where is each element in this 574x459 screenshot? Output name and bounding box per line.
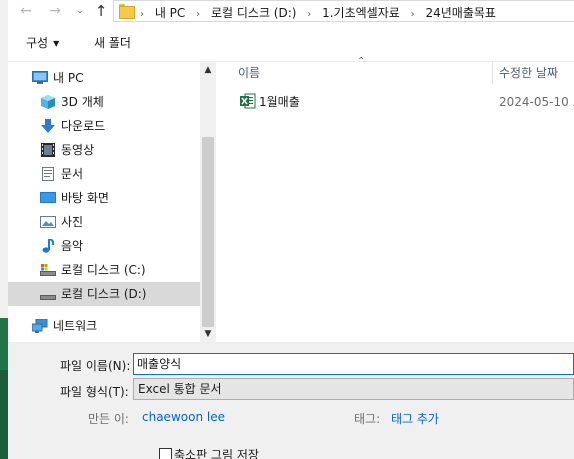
file-name: 1월매출	[259, 95, 300, 109]
nav-label: 바탕 화면	[61, 191, 109, 205]
breadcrumb-item-drive-d[interactable]: 로컬 디스크 (D:)	[211, 4, 296, 21]
nav-item-drive-c[interactable]: 로컬 디스크 (C:)	[8, 258, 200, 282]
nav-label: 다운로드	[61, 119, 106, 133]
tags-label: 태그:	[354, 412, 381, 426]
nav-label: 네트워크	[53, 319, 98, 333]
forward-arrow-icon[interactable]: →	[45, 1, 65, 21]
sort-ascending-icon: ⌃	[357, 56, 366, 67]
breadcrumb-separator-icon: ›	[140, 9, 144, 20]
filetype-label: 파일 형식(T):	[60, 385, 129, 399]
save-form: 파일 이름(N): 매출양식 파일 형식(T): Excel 통합 문서 만든 …	[8, 342, 574, 459]
save-thumbnail-checkbox[interactable]	[159, 448, 172, 459]
nav-item-downloads[interactable]: 다운로드	[8, 114, 200, 138]
drive-icon	[40, 264, 56, 276]
filename-input[interactable]: 매출양식	[133, 353, 574, 375]
save-thumbnail-label[interactable]: 축소판 그림 저장	[174, 446, 259, 459]
author-value-link[interactable]: chaewoon lee	[142, 410, 225, 424]
file-date-modified: 2024-05-10 오	[499, 95, 574, 109]
desktop-icon	[40, 192, 56, 203]
nav-item-videos[interactable]: 동영상	[8, 138, 200, 162]
navigation-scrollbar[interactable]: ▲ ▼	[200, 62, 216, 342]
music-icon	[42, 239, 55, 253]
address-bar: ← → ⌄ ↑ › 내 PC › 로컬 디스크 (D:) › 1.기초엑셀자료 …	[8, 0, 574, 22]
nav-label: 사진	[61, 215, 84, 229]
nav-label: 문서	[61, 167, 84, 181]
scroll-up-icon[interactable]: ▲	[200, 62, 216, 78]
network-icon	[32, 319, 48, 333]
breadcrumb-separator-icon[interactable]: ›	[196, 9, 200, 20]
scrollbar-thumb[interactable]	[202, 137, 214, 327]
column-header-date-modified[interactable]: 수정한 날짜	[499, 64, 558, 81]
drive-icon	[40, 295, 56, 300]
filetype-select[interactable]: Excel 통합 문서	[133, 378, 574, 400]
nav-item-network[interactable]: 네트워크	[8, 314, 200, 338]
filename-label: 파일 이름(N):	[60, 359, 131, 373]
computer-icon	[32, 71, 48, 84]
nav-label: 내 PC	[53, 71, 84, 85]
3d-objects-icon	[41, 95, 55, 109]
folder-icon	[119, 4, 135, 19]
nav-item-music[interactable]: 음악	[8, 234, 200, 258]
nav-item-desktop[interactable]: 바탕 화면	[8, 186, 200, 210]
scroll-down-icon[interactable]: ▼	[200, 326, 216, 342]
download-icon	[41, 119, 55, 133]
breadcrumb-separator-icon[interactable]: ›	[411, 9, 415, 20]
navigation-pane: 내 PC 3D 개체 다운로드 동영상 문서 바탕 화면 사진 음악 로컬 디스…	[8, 62, 200, 342]
nav-label: 음악	[61, 239, 84, 253]
nav-item-pictures[interactable]: 사진	[8, 210, 200, 234]
author-label: 만든 이:	[88, 412, 129, 426]
organize-button[interactable]: 구성 ▼	[26, 34, 59, 51]
back-arrow-icon[interactable]: ←	[16, 1, 36, 21]
nav-item-drive-d[interactable]: 로컬 디스크 (D:)	[8, 282, 200, 306]
dropdown-caret-icon: ▼	[53, 39, 60, 48]
add-tag-link[interactable]: 태그 추가	[391, 410, 439, 427]
recent-locations-chevron-icon[interactable]: ⌄	[70, 1, 90, 21]
command-bar: 구성 ▼ 새 폴더	[8, 22, 574, 62]
nav-item-this-pc[interactable]: 내 PC	[8, 66, 200, 90]
nav-label: 로컬 디스크 (C:)	[61, 263, 146, 277]
column-header-name[interactable]: 이름	[238, 64, 260, 81]
nav-label: 3D 개체	[61, 95, 104, 109]
breadcrumb-item-this-pc[interactable]: 내 PC	[155, 4, 185, 21]
excel-file-icon	[240, 93, 256, 109]
nav-label: 로컬 디스크 (D:)	[61, 287, 147, 301]
nav-item-3d-objects[interactable]: 3D 개체	[8, 90, 200, 114]
breadcrumb[interactable]: › 내 PC › 로컬 디스크 (D:) › 1.기초엑셀자료 › 24년매출목…	[113, 0, 574, 22]
breadcrumb-item-folder[interactable]: 1.기초엑셀자료	[322, 4, 400, 21]
breadcrumb-item-current[interactable]: 24년매출목표	[425, 4, 495, 21]
background-window-edge	[0, 0, 8, 459]
breadcrumb-separator-icon[interactable]: ›	[307, 9, 311, 20]
up-arrow-icon[interactable]: ↑	[91, 1, 111, 21]
document-icon	[42, 167, 54, 181]
organize-label: 구성	[26, 36, 49, 50]
pictures-icon	[40, 216, 56, 228]
file-row[interactable]: 1월매출 2024-05-10 오	[216, 90, 574, 112]
nav-label: 동영상	[61, 143, 95, 157]
video-icon	[41, 143, 55, 157]
nav-item-documents[interactable]: 문서	[8, 162, 200, 186]
new-folder-button[interactable]: 새 폴더	[94, 34, 131, 51]
file-list: ⌃ 이름 수정한 날짜 1월매출 2024-05-10 오	[216, 56, 574, 342]
column-divider[interactable]	[492, 62, 493, 84]
